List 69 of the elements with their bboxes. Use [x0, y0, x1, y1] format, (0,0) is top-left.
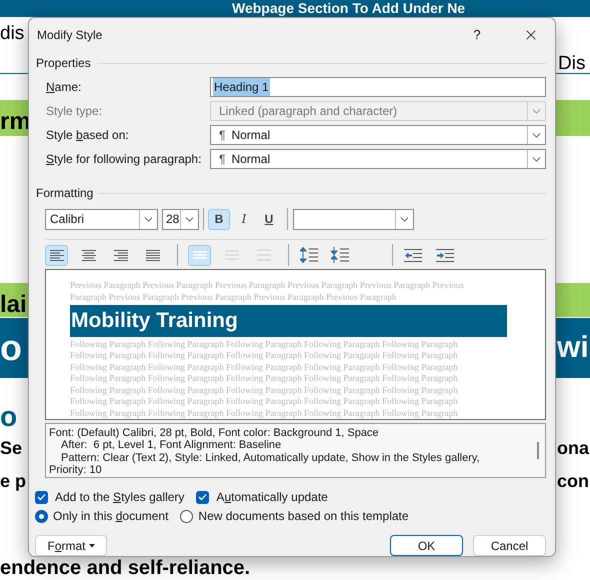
line-spacing-icon [224, 249, 238, 262]
align-center-icon [82, 250, 96, 261]
description-text: After: 6 pt, Level 1, Font Alignment: Baseline [60, 439, 282, 452]
font-size-dropdown[interactable]: 28 [162, 208, 199, 230]
font-color-dropdown[interactable] [293, 208, 414, 230]
name-field[interactable]: Heading 1 [210, 77, 546, 98]
window-title: Modify Style [37, 26, 102, 44]
font-dropdown[interactable]: Calibri [45, 208, 158, 230]
field-label: Style based on: [46, 127, 130, 144]
preview-following-text: Following Paragraph Following Paragraph Following Paragraph Following Paragraph Following Paragraph [70, 362, 459, 374]
ok-button[interactable]: OK [390, 535, 463, 556]
preview-following-text: Following Paragraph Following Paragraph Following Paragraph Following Paragraph Following Paragraph [70, 384, 459, 396]
section-heading: Formatting [36, 185, 94, 202]
checkbox-label: Automatically update [216, 489, 328, 506]
style-dropdown[interactable]: ¶ Normal [210, 149, 546, 170]
field-label: Style type: [46, 103, 104, 120]
line-spacing-icon [192, 249, 206, 262]
checkbox[interactable] [196, 490, 210, 504]
underline-button[interactable]: U [258, 208, 280, 230]
section-heading: Properties [36, 55, 91, 72]
document-text: o [0, 400, 18, 434]
format-menu-button[interactable]: Format [35, 535, 107, 556]
radio-button[interactable] [180, 510, 194, 522]
document-text: lai [0, 290, 27, 320]
style-dropdown[interactable]: ¶ Normal [210, 125, 546, 146]
preview-previous-text: Paragraph Previous Paragraph Previous Paragraph Previous Paragraph Previous Paragraph [70, 291, 398, 304]
line-spacing-icon [256, 249, 270, 262]
description-text: Pattern: Clear (Text 2), Style: Linked, Automatically update, Show in the Styles gallery, [60, 452, 481, 464]
preview-heading: Mobility Training [70, 305, 507, 337]
align-left-icon [50, 250, 64, 261]
indent-increase-icon [436, 248, 454, 262]
preview-following-text: Following Paragraph Following Paragraph Following Paragraph Following Paragraph Following Paragraph [70, 408, 459, 419]
preview-following-text: Following Paragraph Following Paragraph Following Paragraph Following Paragraph Following Paragraph [70, 373, 459, 385]
radio-label: Only in this document [53, 508, 168, 525]
help-button[interactable]: ? [457, 20, 497, 50]
description-text: Font: (Default) Calibri, 28 pt, Bold, Font color: Background 1, Space [49, 426, 380, 440]
bold-button[interactable]: B [208, 208, 230, 230]
document-text: wi [557, 330, 589, 366]
checkbox[interactable] [35, 490, 48, 504]
align-justify-icon [146, 250, 160, 261]
document-text: endence and self-reliance. [0, 557, 250, 579]
preview-following-text: Following Paragraph Following Paragraph Following Paragraph Following Paragraph Following Paragraph [70, 338, 459, 350]
document-text: o [0, 326, 22, 370]
preview-following-text: Following Paragraph Following Paragraph Following Paragraph Following Paragraph Following Paragraph [70, 396, 459, 408]
align-right-icon [114, 250, 128, 261]
document-banner: Webpage Section To Add Under Ne [0, 0, 590, 17]
radio-button[interactable] [35, 510, 48, 522]
preview-previous-text: Previous Paragraph Previous Paragraph Previous Paragraph Previous Paragraph Previous Paragraph Previous [70, 279, 465, 292]
align-left-button[interactable] [45, 244, 68, 266]
description-text: Priority: 10 [49, 464, 103, 477]
document-text: con [557, 470, 590, 493]
document-table-text: dis [0, 22, 24, 46]
indent-decrease-icon [404, 248, 422, 262]
field-label: Name: [46, 79, 82, 96]
preview-following-text: Following Paragraph Following Paragraph Following Paragraph Following Paragraph Following Paragraph [70, 350, 459, 362]
paragraph-spacing-button[interactable] [297, 244, 320, 266]
document-text: e p [0, 470, 26, 493]
checkbox-label: Add to the Styles gallery [55, 489, 184, 506]
document-text: ona [557, 437, 590, 460]
caret-icon [88, 544, 95, 548]
paragraph-spacing-button[interactable] [328, 244, 351, 266]
document-text: Se [0, 437, 22, 460]
paragraph-spacing-decrease-icon [330, 247, 348, 264]
radio-label: New documents based on this template [198, 508, 409, 525]
document-table-text: Dis [558, 52, 586, 76]
paragraph-spacing-increase-icon [300, 247, 318, 264]
italic-button[interactable]: I [233, 208, 255, 230]
field-label: Style for following paragraph: [46, 151, 202, 168]
cancel-button[interactable]: Cancel [473, 535, 546, 556]
